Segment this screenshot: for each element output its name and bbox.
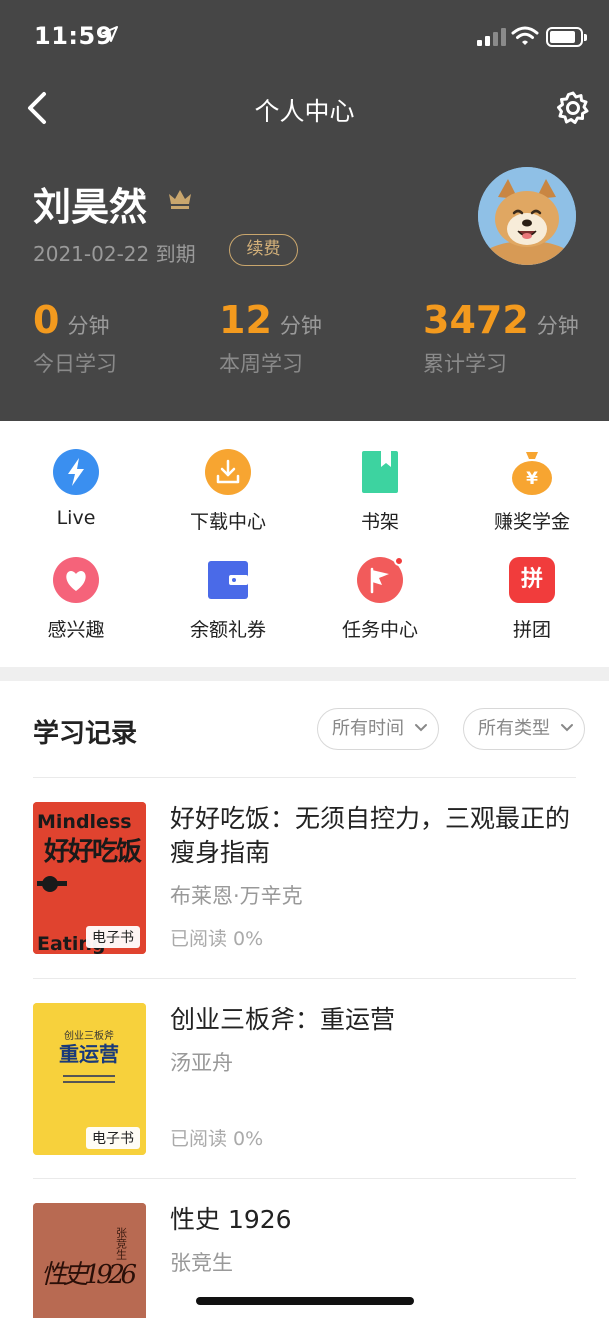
cover-top-text: 张竞生 bbox=[115, 1227, 128, 1260]
renew-button[interactable]: 续费 bbox=[229, 234, 298, 266]
shiba-dog-avatar-icon bbox=[478, 167, 576, 265]
shortcut-download[interactable]: 下载中心 bbox=[152, 449, 304, 534]
book-title: 好好吃饭：无须自控力，三观最正的瘦身指南 bbox=[170, 804, 571, 867]
stat-unit: 分钟 bbox=[67, 314, 110, 338]
filter-type-dropdown[interactable]: 所有类型 bbox=[463, 708, 585, 750]
cover-title-text: 性史1926 bbox=[41, 1260, 137, 1290]
money-bag-icon: ¥ bbox=[509, 449, 555, 495]
chevron-down-icon bbox=[561, 724, 573, 732]
bookmark-book-icon bbox=[357, 449, 403, 495]
status-bar: 11:59 bbox=[0, 0, 609, 76]
learning-records: 学习记录 所有时间 所有类型 Mindless 好好吃饭 Eating 电子书 … bbox=[0, 681, 609, 1318]
record-item[interactable]: Mindless 好好吃饭 Eating 电子书 好好吃饭：无须自控力，三观最正… bbox=[33, 802, 576, 954]
stat-label: 本周学习 bbox=[219, 352, 303, 376]
shortcut-bookshelf[interactable]: 书架 bbox=[304, 449, 456, 534]
record-item[interactable]: 创业三板斧 重运营 电子书 创业三板斧：重运营 汤亚舟 已阅读 0% bbox=[33, 1003, 576, 1155]
download-icon bbox=[205, 449, 251, 495]
shortcut-label: 下载中心 bbox=[189, 511, 266, 533]
book-title: 性史 1926 bbox=[170, 1205, 292, 1234]
section-divider bbox=[0, 667, 609, 681]
profile-header: 11:59 个人中心 刘昊然 2021-02-22 到期 续费 0 分钟 今日学… bbox=[0, 0, 609, 421]
shortcut-tasks[interactable]: 任务中心 bbox=[304, 556, 456, 642]
pin-group-icon: 拼 bbox=[509, 557, 555, 603]
stat-week: 12 分钟 本周学习 bbox=[219, 298, 322, 378]
read-progress: 已阅读 0% bbox=[170, 1128, 264, 1150]
filter-time-dropdown[interactable]: 所有时间 bbox=[317, 708, 439, 750]
shortcut-label: 赚奖学金 bbox=[493, 511, 570, 533]
book-cover-art: 张竞生 性史1926 bbox=[33, 1203, 146, 1318]
shortcut-interest[interactable]: 感兴趣 bbox=[0, 557, 152, 642]
page-title: 个人中心 bbox=[254, 97, 355, 126]
wifi-icon bbox=[511, 26, 539, 45]
book-cover: 张竞生 性史1926 bbox=[33, 1203, 146, 1318]
stat-unit: 分钟 bbox=[279, 314, 322, 338]
membership-expiry: 2021-02-22 到期 bbox=[33, 242, 196, 266]
flag-icon bbox=[357, 556, 404, 603]
home-indicator[interactable] bbox=[196, 1297, 414, 1305]
stat-value: 3472 bbox=[423, 298, 529, 342]
stat-label: 今日学习 bbox=[33, 352, 117, 376]
book-title: 创业三板斧：重运营 bbox=[170, 1005, 396, 1034]
cover-top-text: Mindless bbox=[37, 811, 132, 833]
stat-unit: 分钟 bbox=[536, 314, 579, 338]
settings-gear-icon[interactable] bbox=[555, 90, 591, 126]
filter-time-label: 所有时间 bbox=[332, 718, 404, 739]
stat-value: 12 bbox=[219, 298, 272, 342]
shortcut-scholarship[interactable]: ¥ 赚奖学金 bbox=[456, 449, 608, 534]
crown-icon bbox=[169, 190, 191, 209]
avatar[interactable] bbox=[478, 167, 576, 265]
divider-line bbox=[33, 978, 576, 979]
shortcut-group-buy[interactable]: 拼 拼团 bbox=[456, 557, 608, 642]
cover-top-text: 创业三板斧 bbox=[64, 1029, 114, 1042]
cover-title-text: 重运营 bbox=[59, 1042, 119, 1066]
cellular-signal-icon bbox=[477, 28, 506, 46]
filter-type-label: 所有类型 bbox=[478, 718, 550, 739]
pin-group-glyph: 拼 bbox=[520, 567, 543, 592]
ebook-tag: 电子书 bbox=[86, 926, 140, 948]
cover-title-text: 好好吃饭 bbox=[43, 837, 142, 867]
divider-line bbox=[33, 1178, 576, 1179]
records-title: 学习记录 bbox=[33, 719, 138, 749]
book-author: 汤亚舟 bbox=[170, 1051, 233, 1075]
shortcut-label: 书架 bbox=[360, 511, 399, 533]
stat-total: 3472 分钟 累计学习 bbox=[423, 298, 579, 378]
shortcut-live[interactable]: Live bbox=[0, 449, 152, 529]
book-cover: Mindless 好好吃饭 Eating 电子书 bbox=[33, 802, 146, 954]
stat-label: 累计学习 bbox=[423, 352, 507, 376]
book-cover: 创业三板斧 重运营 电子书 bbox=[33, 1003, 146, 1155]
svg-text:¥: ¥ bbox=[526, 469, 538, 489]
heart-icon bbox=[53, 557, 99, 603]
shortcut-label: 拼团 bbox=[512, 619, 551, 641]
shortcut-label: 余额礼券 bbox=[189, 619, 266, 641]
read-progress: 已阅读 0% bbox=[170, 928, 264, 950]
location-arrow-icon bbox=[102, 26, 118, 42]
shortcut-grid: Live 下载中心 书架 ¥ 赚奖学金 感兴趣 余额礼券 任务中心 拼 拼团 bbox=[0, 421, 609, 667]
shortcut-label: 感兴趣 bbox=[47, 619, 105, 641]
book-author: 张竞生 bbox=[170, 1251, 233, 1275]
ebook-tag: 电子书 bbox=[86, 1127, 140, 1149]
shortcut-wallet[interactable]: 余额礼券 bbox=[152, 557, 304, 642]
divider-line bbox=[33, 777, 576, 778]
shortcut-label: 任务中心 bbox=[341, 619, 418, 641]
book-author: 布莱恩·万辛克 bbox=[170, 884, 303, 908]
user-name: 刘昊然 bbox=[33, 185, 148, 229]
wallet-icon bbox=[205, 557, 251, 603]
shortcut-label: Live bbox=[56, 507, 96, 529]
stat-value: 0 bbox=[33, 298, 60, 342]
chevron-down-icon bbox=[415, 724, 427, 732]
notification-dot bbox=[394, 556, 404, 566]
lightning-icon bbox=[53, 449, 99, 495]
battery-icon bbox=[546, 27, 587, 47]
stat-today: 0 分钟 今日学习 bbox=[33, 298, 117, 378]
